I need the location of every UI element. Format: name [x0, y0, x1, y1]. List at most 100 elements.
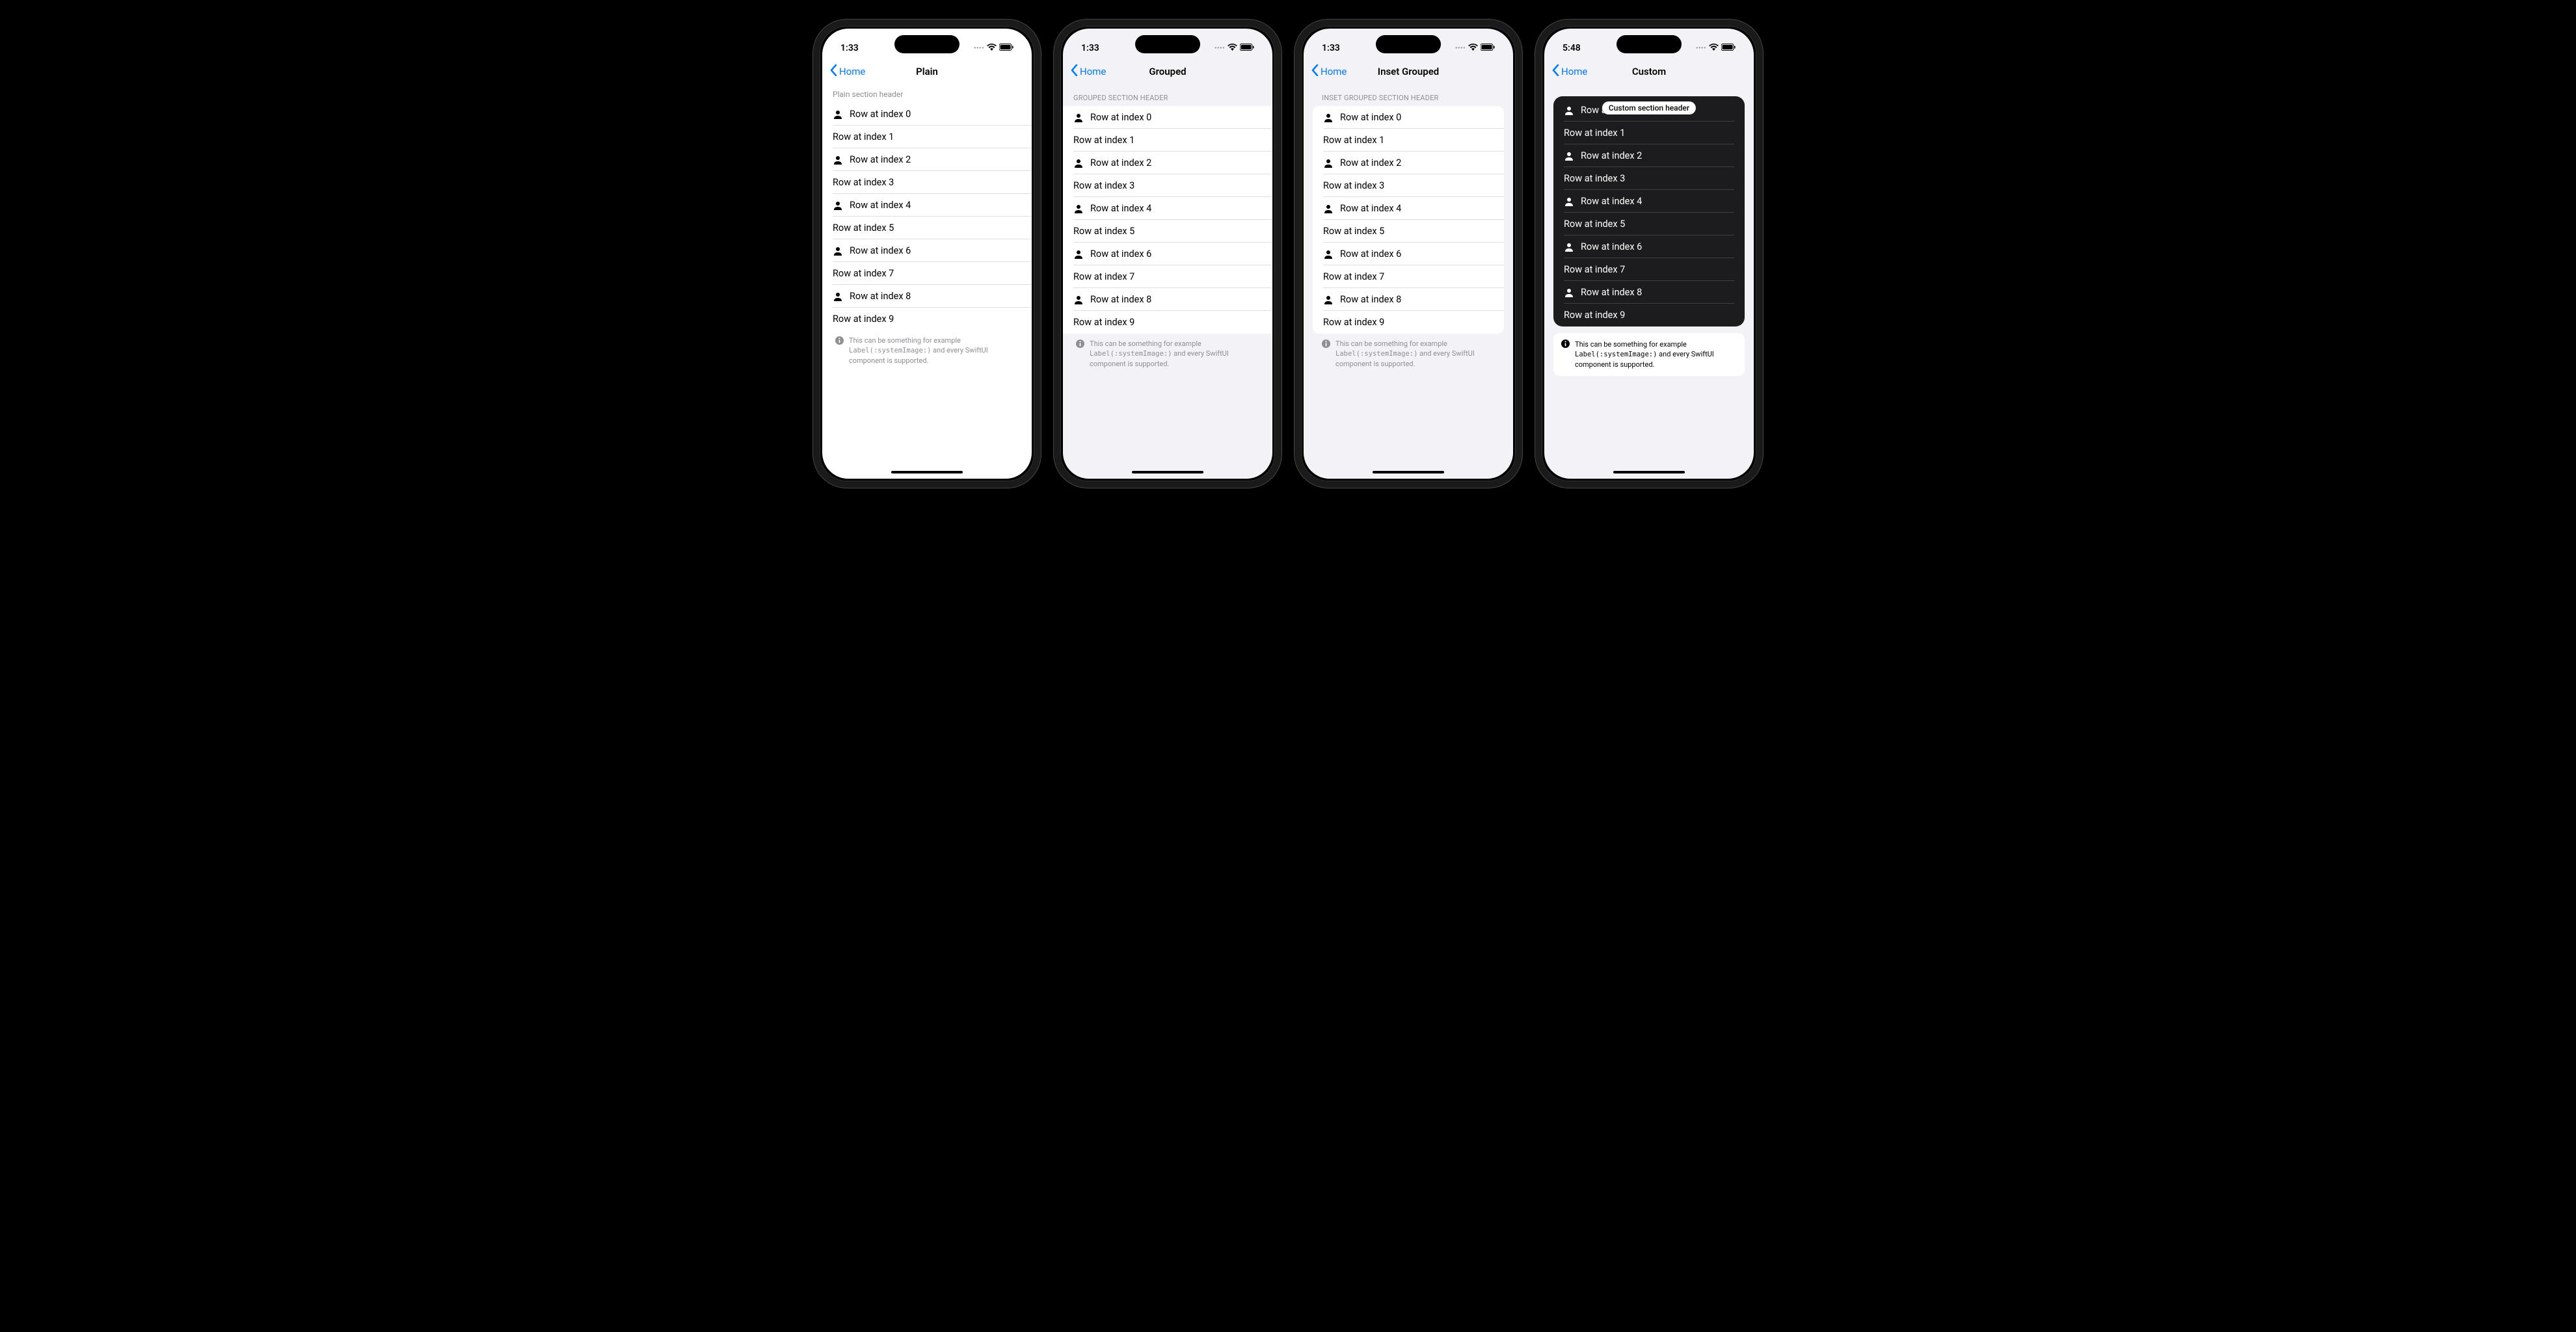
home-indicator[interactable] — [1373, 471, 1444, 473]
list-row[interactable]: Row at index 1 — [1063, 129, 1272, 152]
dynamic-island — [1135, 35, 1200, 53]
home-indicator[interactable] — [1613, 471, 1685, 473]
info-icon — [1076, 340, 1084, 369]
list-row[interactable]: Row at index 2 — [1313, 152, 1504, 174]
back-label: Home — [839, 66, 865, 77]
list-row[interactable]: Row at index 3 — [1313, 174, 1504, 197]
phone-grouped: 1:33 •••• Home Grouped GROUPED SECTION H… — [1054, 20, 1281, 488]
list-row[interactable]: Row at index 1 — [1553, 122, 1745, 144]
list-row[interactable]: Row at index 9 — [1313, 311, 1504, 334]
row-label: Row at index 3 — [1564, 173, 1625, 184]
back-button[interactable]: Home — [1071, 64, 1106, 79]
row-label: Row at index 2 — [1340, 157, 1401, 168]
phone-plain: 1:33 •••• Home Plain Plain section heade… — [813, 20, 1041, 488]
list-row[interactable]: Row at index 8 — [1313, 288, 1504, 311]
list-row[interactable]: Row at index 8 — [1063, 288, 1272, 311]
row-label: Row at index 7 — [833, 268, 894, 279]
section-footer: This can be something for example Label(… — [822, 330, 1032, 371]
cellular-icon: •••• — [974, 45, 984, 52]
list-row[interactable]: Row at index 4 — [1553, 190, 1745, 213]
dynamic-island — [1376, 35, 1441, 53]
cellular-icon: •••• — [1214, 45, 1225, 52]
list-row[interactable]: Row at index 5 — [1313, 220, 1504, 243]
list-row[interactable]: Row at index 4 — [1313, 197, 1504, 220]
list-row[interactable]: Row at index 1 — [822, 126, 1032, 148]
section-footer: This can be something for example Label(… — [1553, 333, 1745, 376]
list-row[interactable]: Row at index 6 — [1313, 243, 1504, 265]
list-row[interactable]: Row at index 9 — [822, 308, 1032, 330]
page-title: Inset Grouped — [1378, 66, 1439, 77]
person-icon — [1073, 113, 1084, 123]
list-row[interactable]: Row at index 3 — [1553, 167, 1745, 190]
list-custom: Custom section header Row at index 0Row … — [1544, 96, 1754, 326]
list-row[interactable]: Row at index 4 — [1063, 197, 1272, 220]
back-button[interactable]: Home — [1311, 64, 1347, 79]
list-row[interactable]: Row at index 2 — [1553, 144, 1745, 167]
list-row[interactable]: Row at index 0 — [822, 103, 1032, 126]
person-icon — [833, 291, 843, 302]
home-indicator[interactable] — [891, 471, 963, 473]
list-row[interactable]: Row at index 4 — [822, 194, 1032, 217]
nav-bar: Home Plain — [822, 59, 1032, 85]
back-button[interactable]: Home — [830, 64, 865, 79]
row-label: Row at index 3 — [1323, 180, 1384, 191]
row-label: Row at index 1 — [1323, 135, 1384, 146]
list-row[interactable]: Row at index 8 — [1553, 281, 1745, 304]
list-row[interactable]: Row at index 9 — [1553, 304, 1745, 326]
status-time: 1:33 — [840, 43, 859, 53]
row-label: Row at index 5 — [1323, 226, 1384, 237]
row-label: Row at index 4 — [1090, 203, 1151, 214]
dynamic-island — [894, 35, 959, 53]
battery-icon — [999, 43, 1013, 53]
status-icons: •••• — [1455, 43, 1495, 53]
status-icons: •••• — [1214, 43, 1254, 53]
list-row[interactable]: Row at index 2 — [822, 148, 1032, 171]
row-label: Row at index 1 — [1073, 135, 1134, 146]
row-label: Row at index 5 — [833, 222, 894, 233]
list-row[interactable]: Row at index 7 — [1313, 265, 1504, 288]
list-row[interactable]: Row at index 6 — [822, 239, 1032, 262]
person-icon — [833, 200, 843, 211]
row-label: Row at index 1 — [1564, 127, 1625, 139]
row-label: Row at index 8 — [850, 291, 911, 302]
person-icon — [833, 155, 843, 165]
wifi-icon — [987, 43, 997, 53]
list-row[interactable]: Row at index 5 — [1063, 220, 1272, 243]
home-indicator[interactable] — [1132, 471, 1203, 473]
person-icon — [1564, 151, 1574, 161]
person-icon — [833, 246, 843, 256]
list-row[interactable]: Row at index 0 — [1313, 106, 1504, 129]
list-row[interactable]: Row at index 3 — [1063, 174, 1272, 197]
row-label: Row at index 4 — [1340, 203, 1401, 214]
list-row[interactable]: Row at index 0 — [1063, 106, 1272, 129]
list-row[interactable]: Row at index 7 — [1063, 265, 1272, 288]
info-icon — [1322, 340, 1330, 369]
chevron-left-icon — [830, 64, 837, 79]
battery-icon — [1240, 43, 1254, 53]
row-label: Row at index 0 — [850, 109, 911, 120]
back-label: Home — [1080, 66, 1106, 77]
person-icon — [833, 109, 843, 120]
list-row[interactable]: Row at index 6 — [1553, 235, 1745, 258]
row-label: Row at index 2 — [850, 154, 911, 165]
list-row[interactable]: Row at index 5 — [822, 217, 1032, 239]
list-row[interactable]: Row at index 5 — [1553, 213, 1745, 235]
list-row[interactable]: Row at index 9 — [1063, 311, 1272, 334]
list-row[interactable]: Row at index 7 — [1553, 258, 1745, 281]
list-row[interactable]: Row at index 8 — [822, 285, 1032, 308]
nav-bar: Home Custom — [1544, 59, 1754, 85]
person-icon — [1323, 158, 1334, 168]
row-label: Row at index 7 — [1073, 271, 1134, 282]
screen: 1:33 •••• Home Plain Plain section heade… — [822, 29, 1032, 479]
list-row[interactable]: Row at index 2 — [1063, 152, 1272, 174]
row-label: Row at index 6 — [850, 245, 911, 256]
list-row[interactable]: Row at index 1 — [1313, 129, 1504, 152]
section-header: Plain section header — [822, 85, 1032, 103]
list-row[interactable]: Row at index 7 — [822, 262, 1032, 285]
list-row[interactable]: Row at index 3 — [822, 171, 1032, 194]
screen: 5:48 •••• Home Custom Custom section hea… — [1544, 29, 1754, 479]
back-button[interactable]: Home — [1552, 64, 1587, 79]
list-row[interactable]: Row at index 6 — [1063, 243, 1272, 265]
list-grouped: Row at index 0 Row at index 1 Row at index… — [1063, 106, 1272, 334]
page-title: Plain — [916, 66, 938, 77]
